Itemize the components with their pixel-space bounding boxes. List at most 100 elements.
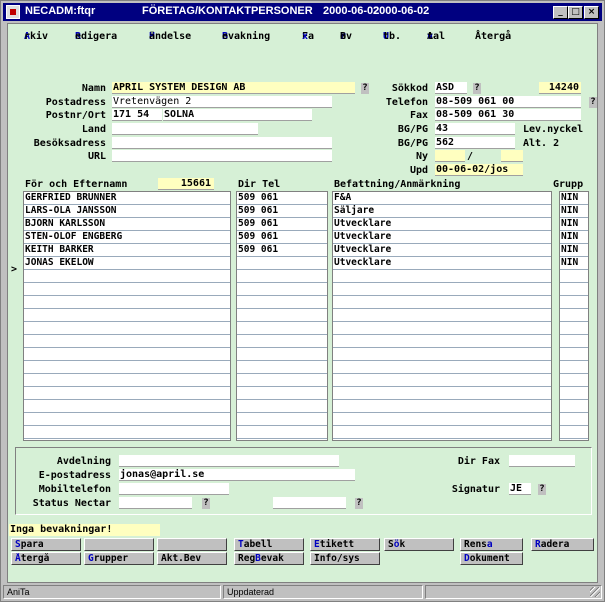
contact-group[interactable]: NIN xyxy=(560,231,588,243)
postnr-label: Postnr/Ort xyxy=(45,110,106,121)
sokkod-field[interactable]: ASD xyxy=(435,82,467,94)
contact-group[interactable]: NIN xyxy=(560,257,588,269)
contact-dirtel[interactable] xyxy=(237,257,326,269)
status-nectar-lookup-1[interactable]: ? xyxy=(202,498,210,509)
land-field[interactable] xyxy=(112,123,258,135)
rensa-button[interactable]: Rensa xyxy=(460,538,523,551)
status-middle: Uppdaterad xyxy=(223,585,423,599)
contact-dirtel[interactable]: 509 061 xyxy=(237,231,326,243)
mobil-field[interactable] xyxy=(119,483,229,495)
epost-label: E-postadress xyxy=(38,470,111,481)
contact-group[interactable]: NIN xyxy=(560,244,588,256)
status-right xyxy=(425,585,602,599)
contact-name[interactable]: JONAS EKELÖW xyxy=(24,257,230,269)
dirfax-field[interactable] xyxy=(509,455,575,467)
application-window: NECADM:ftqr FÖRETAG/KONTAKTPERSONER 2000… xyxy=(0,0,605,602)
sokkod-lookup-button[interactable]: ? xyxy=(473,83,481,94)
contact-count: 15661 xyxy=(158,178,214,190)
spara-button[interactable]: Spara xyxy=(11,538,81,551)
avdelning-field[interactable] xyxy=(119,455,339,467)
fax-field[interactable]: 08-509 061 30 xyxy=(435,109,581,121)
dokument-button[interactable]: Dokument xyxy=(460,552,523,565)
title-date-1: 2000-06-02 xyxy=(323,5,380,17)
ny-label: Ny xyxy=(415,151,428,162)
befattning-column-header: Befattning/Anmärkning xyxy=(334,179,461,190)
contact-group[interactable]: NIN xyxy=(560,218,588,230)
contact-name[interactable]: KEITH BARKER xyxy=(24,244,230,256)
ny-field-2[interactable] xyxy=(501,150,523,162)
ort-field[interactable]: SOLNA xyxy=(163,109,312,121)
telefon-field[interactable]: 08-509 061 00 xyxy=(435,96,581,108)
bgpg-field[interactable]: 43 xyxy=(435,123,515,135)
sokkod-label: Sökkod xyxy=(391,83,428,94)
contact-dirtel[interactable]: 509 061 xyxy=(237,244,326,256)
title-date-2: 2000-06-02 xyxy=(373,5,430,17)
contact-group[interactable]: NIN xyxy=(560,192,588,204)
window-title: FÖRETAG/KONTAKTPERSONER xyxy=(142,5,313,17)
contact-name[interactable]: STEN-OLOF ENGBERG xyxy=(24,231,230,243)
empty-button-1[interactable] xyxy=(84,538,154,551)
telefon-label: Telefon xyxy=(385,97,428,108)
company-id-field: 14240 xyxy=(539,82,581,94)
contact-title[interactable]: Utvecklare xyxy=(333,257,550,269)
radera-button[interactable]: Radera xyxy=(531,538,594,551)
company-name-field[interactable]: APRIL SYSTEM DESIGN AB xyxy=(112,82,355,94)
alt-label: Alt. 2 xyxy=(523,138,560,149)
mobil-label: Mobiltelefon xyxy=(38,484,111,495)
status-nectar-lookup-2[interactable]: ? xyxy=(355,498,363,509)
contact-dirtel[interactable]: 509 061 xyxy=(237,205,326,217)
current-row-marker: > xyxy=(11,264,18,275)
sok-button[interactable]: Sök xyxy=(384,538,454,551)
maximize-button[interactable]: □ xyxy=(568,6,583,19)
title-bar[interactable]: NECADM:ftqr FÖRETAG/KONTAKTPERSONER 2000… xyxy=(3,3,602,21)
contact-title[interactable]: Utvecklare xyxy=(333,218,550,230)
watch-message: Inga bevakningar! xyxy=(9,524,160,536)
contact-title[interactable]: F&A xyxy=(333,192,550,204)
contact-name[interactable]: BJÖRN KARLSSON xyxy=(24,218,230,230)
close-button[interactable]: × xyxy=(584,6,599,19)
etikett-button[interactable]: Etikett xyxy=(310,538,380,551)
besoksadress-field[interactable] xyxy=(112,137,332,149)
levnyckel-label: Lev.nyckel xyxy=(523,124,584,135)
besoksadress-label: Besöksadress xyxy=(33,138,106,149)
ny-separator: / xyxy=(467,151,474,162)
contact-group[interactable]: NIN xyxy=(560,205,588,217)
telefon-lookup-button[interactable]: ? xyxy=(589,97,597,108)
resize-grip-icon[interactable] xyxy=(590,587,600,597)
upd-label: Upd xyxy=(409,165,428,176)
name-lookup-button[interactable]: ? xyxy=(361,83,369,94)
land-label: Land xyxy=(81,124,106,135)
name-label: Namn xyxy=(81,83,106,94)
contact-title[interactable]: Utvecklare xyxy=(333,231,550,243)
postnr-field[interactable]: 171 54 xyxy=(112,109,162,121)
fax-label: Fax xyxy=(409,110,428,121)
empty-button-2[interactable] xyxy=(157,538,227,551)
contact-name[interactable]: GERFRIED BRUNNER xyxy=(24,192,230,204)
upd-field: 00-06-02/jos xyxy=(435,164,523,176)
status-nectar-field-2[interactable] xyxy=(273,497,346,509)
dirtel-column-header: Dir Tel xyxy=(238,179,281,190)
contact-title[interactable]: Säljare xyxy=(333,205,550,217)
grupper-button[interactable]: Grupper xyxy=(84,552,154,565)
signatur-field[interactable]: JE xyxy=(509,483,531,495)
contact-dirtel[interactable]: 509 061 xyxy=(237,218,326,230)
bgpg2-field[interactable]: 562 xyxy=(435,137,515,149)
akt-bev-button[interactable]: Akt.Bev xyxy=(157,552,227,565)
tabell-button[interactable]: Tabell xyxy=(234,538,304,551)
postadress-field[interactable]: Vretenvägen 2 xyxy=(112,96,332,108)
signatur-lookup-button[interactable]: ? xyxy=(538,484,546,495)
info-sys-button[interactable]: Info/sys xyxy=(310,552,380,565)
minimize-button[interactable]: _ xyxy=(553,6,568,19)
contact-dirtel[interactable]: 509 061 xyxy=(237,192,326,204)
ny-field[interactable] xyxy=(435,150,465,162)
contact-title[interactable]: Utvecklare xyxy=(333,244,550,256)
epost-field[interactable]: jonas@april.se xyxy=(119,469,355,481)
dirfax-label: Dir Fax xyxy=(457,456,500,467)
contact-name[interactable]: LARS-OLA JANSSON xyxy=(24,205,230,217)
avdelning-label: Avdelning xyxy=(56,456,111,467)
url-field[interactable] xyxy=(112,150,332,162)
regbevak-button[interactable]: RegBevak xyxy=(234,552,304,565)
app-system-icon[interactable] xyxy=(6,5,20,19)
status-nectar-field-1[interactable] xyxy=(119,497,192,509)
atergå-button[interactable]: Återgå xyxy=(11,552,81,565)
